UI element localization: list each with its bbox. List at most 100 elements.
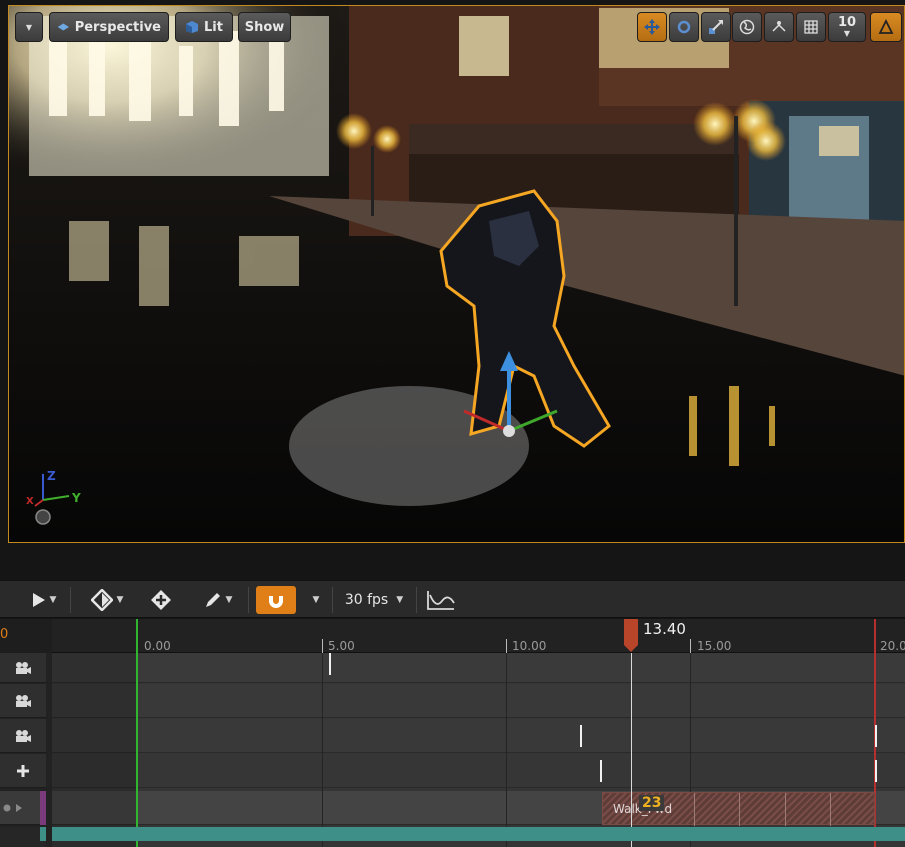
camera-track-row[interactable]: [0, 719, 46, 753]
chevron-down-icon: ▼: [49, 595, 57, 605]
rotation-snap-toggle[interactable]: [870, 12, 902, 42]
keyframe[interactable]: [600, 760, 602, 782]
perspective-button[interactable]: Perspective: [49, 12, 169, 42]
edit-tool-button[interactable]: ▼: [196, 586, 240, 614]
svg-text:Y: Y: [71, 491, 81, 505]
move-arrows-icon: [644, 19, 660, 35]
track-area[interactable]: Walk_Fwd 23: [52, 653, 905, 847]
lit-button[interactable]: Lit: [175, 12, 233, 42]
camera-track-row[interactable]: [0, 653, 46, 683]
chevron-down-icon: ▼: [843, 29, 851, 38]
scale-mode-button[interactable]: [701, 12, 731, 42]
playback-options-button[interactable]: ▼: [24, 586, 64, 614]
camera-track-lane[interactable]: [52, 653, 905, 683]
chevron-down-icon: ▼: [225, 595, 233, 605]
pencil-icon: [205, 593, 220, 607]
camera-track-lane[interactable]: [52, 719, 905, 753]
rotate-icon: [677, 20, 691, 34]
chevron-down-icon: ▼: [396, 595, 404, 605]
camera-icon: [16, 661, 31, 674]
next-key-icon[interactable]: [14, 803, 24, 813]
svg-text:X: X: [26, 496, 34, 507]
play-icon: [32, 593, 45, 607]
keyframe[interactable]: [580, 725, 582, 747]
start-range-line: [136, 653, 138, 847]
playback-end-marker[interactable]: [874, 619, 876, 653]
snap-options-dropdown[interactable]: ▼: [304, 586, 328, 614]
level-viewport[interactable]: ▼ Perspective Lit Show 10 ▼ Z Y X: [8, 5, 905, 543]
section-loop-divider: [739, 793, 740, 826]
key-dot-icon[interactable]: [2, 803, 12, 813]
world-local-toggle[interactable]: [732, 12, 762, 42]
tick-label: 5.00: [328, 639, 355, 653]
plus-icon: [17, 764, 29, 777]
magnet-icon: [269, 593, 283, 608]
globe-icon: [739, 19, 755, 35]
unreal-editor-window: ▼ Perspective Lit Show 10 ▼ Z Y X ▼ ▼ ▼ …: [0, 0, 905, 847]
playback-start-marker[interactable]: [136, 619, 138, 653]
keyframe[interactable]: [329, 653, 331, 675]
svg-text:Z: Z: [47, 469, 56, 483]
tick-label: 20.00: [880, 639, 905, 653]
rotate-mode-button[interactable]: [669, 12, 699, 42]
playhead-line: [631, 653, 632, 847]
axis-orientation-gizmo: Z Y X: [26, 469, 81, 525]
section-loop-divider: [694, 793, 695, 826]
lit-cube-icon: [186, 21, 199, 33]
tick-mark: [322, 639, 323, 653]
grid-snap-toggle[interactable]: [796, 12, 826, 42]
angle-icon: [878, 19, 894, 34]
time-ruler[interactable]: 0.00 5.00 10.00 15.00 20.00 13.40: [52, 619, 905, 653]
camera-icon: [16, 729, 31, 742]
tick-mark: [506, 639, 507, 653]
add-key-button[interactable]: [146, 586, 176, 614]
bottom-track-tag: [40, 827, 46, 841]
frame-number-badge: 23: [639, 795, 665, 811]
show-button[interactable]: Show: [238, 12, 291, 42]
toolbar-divider: [332, 587, 333, 613]
surface-snap-button[interactable]: [764, 12, 794, 42]
add-track-button[interactable]: [0, 754, 46, 788]
add-key-icon: [151, 590, 171, 610]
keyframe[interactable]: [875, 760, 877, 782]
tick-label: 0.00: [144, 639, 171, 653]
frame-rate-dropdown[interactable]: 30 fps ▼: [338, 586, 410, 614]
track-color-tag: [40, 791, 46, 825]
curve-editor-icon: [427, 591, 455, 610]
snap-toggle-button[interactable]: [256, 586, 296, 614]
viewport-options-button[interactable]: ▼: [15, 12, 43, 42]
tick-label: 15.00: [697, 639, 732, 653]
section-loop-divider: [785, 793, 786, 826]
camera-icon: [16, 694, 31, 707]
sequencer-toolbar: ▼ ▼ ▼ ▼ 30 fps ▼: [0, 580, 905, 618]
section-loop-divider: [830, 793, 831, 826]
surface-snap-icon: [772, 21, 786, 32]
camera-track-lane[interactable]: [52, 684, 905, 718]
curve-editor-button[interactable]: [424, 586, 458, 614]
grid-line: [322, 653, 323, 847]
chevron-down-icon: ▼: [25, 22, 33, 32]
perspective-cube-icon: [57, 23, 69, 31]
chevron-down-icon: ▼: [312, 595, 320, 605]
scene-render: [9, 6, 904, 542]
translate-mode-button[interactable]: [637, 12, 667, 42]
toolbar-divider: [248, 587, 249, 613]
grid-icon: [804, 20, 818, 34]
grid-size-dropdown[interactable]: 10 ▼: [828, 12, 866, 42]
chevron-down-icon: ▼: [116, 595, 124, 605]
time-input-area[interactable]: 0: [0, 619, 52, 653]
animation-section[interactable]: Walk_Fwd 23: [602, 792, 875, 826]
toolbar-divider: [70, 587, 71, 613]
grid-line: [506, 653, 507, 847]
camera-track-row[interactable]: [0, 684, 46, 718]
pre-range-shade: [52, 653, 137, 847]
keyframe[interactable]: [875, 725, 877, 747]
playhead-handle[interactable]: [623, 619, 639, 653]
key-options-button[interactable]: ▼: [84, 586, 130, 614]
scale-icon: [709, 20, 723, 34]
bottom-track-bar[interactable]: [52, 827, 905, 841]
tick-label: 10.00: [512, 639, 547, 653]
tick-mark: [690, 639, 691, 653]
toolbar-divider: [416, 587, 417, 613]
playhead-time-label: 13.40: [643, 620, 686, 638]
